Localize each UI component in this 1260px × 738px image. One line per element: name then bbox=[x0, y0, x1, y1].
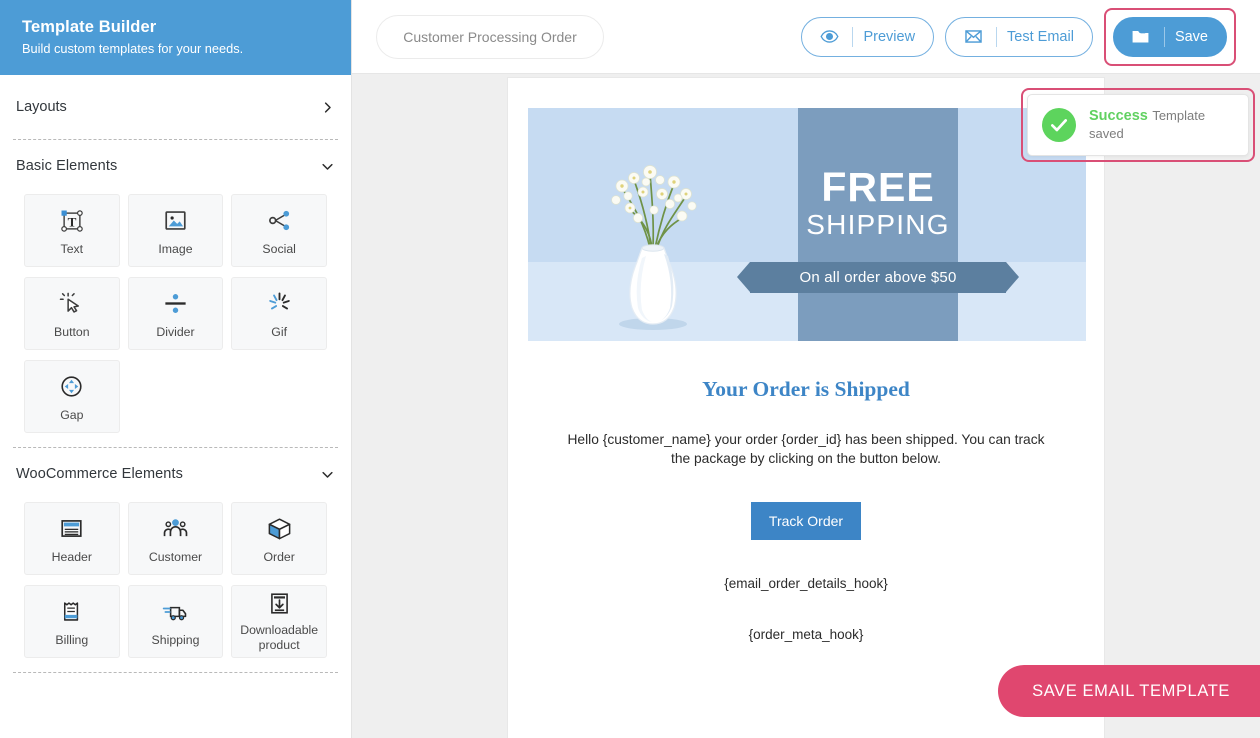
element-tile-label: Image bbox=[158, 241, 193, 256]
toast-text: Success Template saved bbox=[1089, 107, 1234, 143]
divider-icon bbox=[162, 289, 189, 319]
test-email-label: Test Email bbox=[1007, 28, 1074, 45]
check-circle-icon bbox=[1042, 108, 1076, 142]
element-tile-label: Customer bbox=[148, 549, 203, 564]
section-header-woocommerce-elements[interactable]: WooCommerce Elements bbox=[12, 448, 339, 500]
gap-move-icon bbox=[58, 372, 85, 402]
email-order-details-hook[interactable]: {email_order_details_hook} bbox=[528, 576, 1084, 591]
section-woocommerce-elements: WooCommerce Elements Header Customer Ord… bbox=[0, 448, 351, 672]
save-button-highlight: Save bbox=[1103, 7, 1236, 66]
section-title: WooCommerce Elements bbox=[16, 466, 183, 482]
element-tile-label: Divider bbox=[156, 324, 195, 339]
element-tile-image[interactable]: Image bbox=[127, 194, 224, 267]
vase-with-flowers-illustration bbox=[588, 126, 728, 341]
button-click-icon bbox=[58, 289, 85, 319]
shipping-truck-icon bbox=[161, 597, 189, 627]
template-builder-app: Template Builder Build custom templates … bbox=[0, 0, 1260, 738]
email-cta-wrapper: Track Order bbox=[528, 502, 1084, 540]
element-tile-label: Order bbox=[263, 549, 295, 564]
element-tile-divider[interactable]: Divider bbox=[127, 277, 224, 350]
email-canvas[interactable]: FREE SHIPPING On all order above $50 You… bbox=[352, 74, 1260, 738]
banner-headline: FREE bbox=[821, 164, 935, 210]
email-order-meta-hook[interactable]: {order_meta_hook} bbox=[528, 627, 1084, 642]
customer-group-icon bbox=[162, 514, 189, 544]
button-separator bbox=[1163, 26, 1165, 47]
billing-receipt-icon bbox=[58, 597, 85, 627]
element-tile-text[interactable]: T Text bbox=[24, 194, 120, 267]
element-tile-label: Header bbox=[51, 549, 92, 564]
toast-title: Success bbox=[1089, 108, 1148, 124]
email-body-text[interactable]: Hello {customer_name} your order {order_… bbox=[564, 430, 1048, 468]
preview-button[interactable]: Preview bbox=[801, 16, 935, 57]
button-separator bbox=[996, 26, 998, 47]
element-tile-label: Gap bbox=[60, 407, 84, 422]
app-subtitle: Build custom templates for your needs. bbox=[22, 41, 244, 56]
element-tile-button[interactable]: Button bbox=[24, 277, 120, 350]
envelope-icon bbox=[960, 27, 986, 46]
left-sidebar: Template Builder Build custom templates … bbox=[0, 0, 352, 738]
gif-sparkle-icon bbox=[266, 289, 293, 319]
top-toolbar: Preview Test Email bbox=[352, 0, 1260, 74]
email-template-card[interactable]: FREE SHIPPING On all order above $50 You… bbox=[507, 77, 1105, 738]
element-tile-shipping[interactable]: Shipping bbox=[127, 585, 224, 658]
element-tile-order[interactable]: Order bbox=[231, 502, 327, 575]
save-label: Save bbox=[1174, 28, 1208, 45]
banner-subhead: SHIPPING bbox=[806, 209, 950, 240]
folder-icon bbox=[1128, 27, 1154, 46]
element-tile-label: Social bbox=[262, 241, 296, 256]
email-banner-image[interactable]: FREE SHIPPING On all order above $50 bbox=[528, 108, 1086, 341]
sidebar-divider-3 bbox=[13, 672, 338, 673]
header-icon bbox=[58, 514, 85, 544]
element-tile-customer[interactable]: Customer bbox=[127, 502, 224, 575]
woocommerce-elements-grid: Header Customer Order Billing Shipping D… bbox=[12, 500, 339, 672]
template-name-input[interactable] bbox=[376, 14, 604, 59]
element-tile-label: Button bbox=[54, 324, 90, 339]
save-button[interactable]: Save bbox=[1112, 16, 1227, 57]
track-order-button[interactable]: Track Order bbox=[750, 502, 862, 540]
basic-elements-grid: T Text Image Social Button Divider Gif G… bbox=[12, 192, 339, 447]
element-tile-social[interactable]: Social bbox=[231, 194, 327, 267]
save-email-template-fab[interactable]: SAVE EMAIL TEMPLATE bbox=[998, 665, 1260, 717]
element-tile-label: Downloadable product bbox=[240, 623, 319, 652]
element-tile-billing[interactable]: Billing bbox=[24, 585, 120, 658]
chevron-down-icon[interactable] bbox=[320, 467, 335, 482]
success-toast[interactable]: Success Template saved bbox=[1027, 94, 1249, 156]
layouts-label: Layouts bbox=[16, 99, 67, 115]
element-tile-label: Text bbox=[60, 241, 84, 256]
app-title: Template Builder bbox=[22, 18, 157, 36]
test-email-button[interactable]: Test Email bbox=[945, 16, 1093, 57]
banner-ribbon: On all order above $50 bbox=[737, 262, 1019, 293]
sidebar-header: Template Builder Build custom templates … bbox=[0, 0, 351, 75]
chevron-down-icon[interactable] bbox=[320, 159, 335, 174]
button-separator bbox=[852, 26, 854, 47]
order-box-icon bbox=[266, 514, 293, 544]
section-header-basic-elements[interactable]: Basic Elements bbox=[12, 140, 339, 192]
image-element-icon bbox=[162, 206, 189, 236]
sidebar-item-layouts[interactable]: Layouts bbox=[0, 75, 351, 139]
element-tile-gap[interactable]: Gap bbox=[24, 360, 120, 433]
element-tile-label: Shipping bbox=[151, 632, 200, 647]
svg-text:T: T bbox=[67, 214, 76, 229]
section-title: Basic Elements bbox=[16, 158, 118, 174]
element-tile-gif[interactable]: Gif bbox=[231, 277, 327, 350]
section-basic-elements: Basic Elements T Text Image Social Butto… bbox=[0, 140, 351, 447]
download-box-icon bbox=[266, 590, 293, 617]
element-tile-downloadable-product[interactable]: Downloadable product bbox=[231, 585, 327, 658]
text-element-icon: T bbox=[58, 206, 86, 236]
social-share-icon bbox=[266, 206, 293, 236]
element-tile-label: Gif bbox=[271, 324, 288, 339]
toolbar-actions: Preview Test Email Save bbox=[801, 7, 1236, 66]
email-heading[interactable]: Your Order is Shipped bbox=[528, 377, 1084, 402]
toast-highlight: Success Template saved bbox=[1021, 88, 1255, 162]
main-area: Preview Test Email bbox=[352, 0, 1260, 738]
preview-label: Preview bbox=[863, 28, 916, 45]
element-tile-header[interactable]: Header bbox=[24, 502, 120, 575]
element-tile-label: Billing bbox=[55, 632, 89, 647]
chevron-right-icon[interactable] bbox=[320, 100, 335, 115]
eye-icon bbox=[816, 27, 842, 46]
